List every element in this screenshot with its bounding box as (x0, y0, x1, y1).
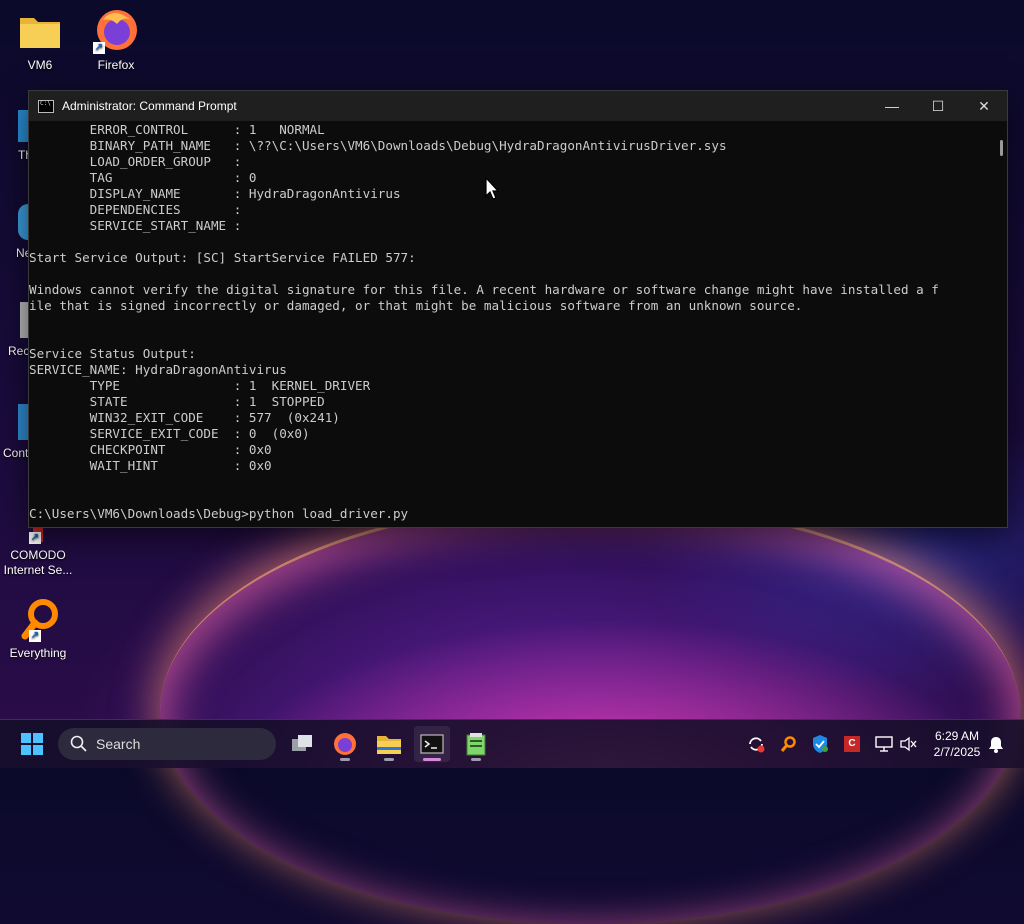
desktop-icon-label: Everything (9, 646, 67, 660)
control-panel-icon (18, 404, 28, 440)
firefox-icon (334, 733, 356, 755)
folder-icon (17, 10, 63, 54)
volume-icon[interactable] (898, 734, 918, 754)
desktop-icon-firefox[interactable]: ↗ Firefox (78, 6, 154, 73)
console-line: CHECKPOINT : 0x0 (29, 442, 272, 457)
cmd-icon (38, 99, 54, 113)
search-box[interactable]: Search (58, 728, 276, 760)
shortcut-arrow-icon: ↗ (93, 42, 105, 54)
console-line: STATE : 1 STOPPED (29, 394, 325, 409)
comodo-tray-icon[interactable]: C (842, 734, 862, 754)
minimize-button[interactable]: — (869, 91, 915, 121)
wallpaper-ring (160, 500, 1020, 924)
everything-tray-icon[interactable] (778, 734, 798, 754)
shortcut-arrow-icon: ↗ (29, 630, 41, 642)
vertical-scrollbar[interactable] (995, 122, 1007, 527)
start-button[interactable] (14, 726, 50, 762)
file-explorer-icon (377, 736, 401, 754)
console-line: DEPENDENCIES : (29, 202, 242, 217)
console-line: TAG : 0 (29, 170, 257, 185)
taskbar-notepad[interactable] (458, 726, 494, 762)
title-bar[interactable]: Administrator: Command Prompt — ☐ ✕ (29, 91, 1007, 121)
window-title: Administrator: Command Prompt (62, 99, 237, 113)
task-view-icon (292, 735, 312, 751)
running-indicator (423, 758, 441, 761)
taskbar-firefox[interactable] (327, 726, 363, 762)
console-line: TYPE : 1 KERNEL_DRIVER (29, 378, 371, 393)
search-icon (70, 735, 87, 752)
recycle-bin-icon (20, 302, 28, 338)
everything-icon: ↗ (15, 598, 61, 642)
desktop-icon-everything[interactable]: ↗ Everything (0, 598, 76, 661)
running-indicator (471, 758, 481, 761)
console-output[interactable]: ERROR_CONTROL : 1 NORMAL BINARY_PATH_NAM… (29, 122, 995, 527)
console-line: BINARY_PATH_NAME : \??\C:\Users\VM6\Down… (29, 138, 727, 153)
console-line: SERVICE_EXIT_CODE : 0 (0x0) (29, 426, 310, 441)
search-placeholder: Search (96, 736, 141, 752)
network-icon (18, 204, 28, 240)
console-line: WIN32_EXIT_CODE : 577 (0x241) (29, 410, 340, 425)
close-button[interactable]: ✕ (961, 91, 1007, 121)
taskbar-file-explorer[interactable] (371, 726, 407, 762)
command-prompt-window[interactable]: Administrator: Command Prompt — ☐ ✕ ERRO… (28, 90, 1008, 528)
console-line: Windows cannot verify the digital signat… (29, 282, 939, 297)
console-line: ERROR_CONTROL : 1 NORMAL (29, 122, 325, 137)
notification-bell-icon[interactable] (986, 734, 1006, 754)
clock-time: 6:29 AM (934, 729, 980, 743)
network-icon[interactable] (874, 734, 894, 754)
console-line: Start Service Output: [SC] StartService … (29, 250, 416, 265)
scrollbar-thumb[interactable] (1000, 140, 1003, 156)
console-line: ile that is signed incorrectly or damage… (29, 298, 803, 313)
desktop-icon-label: VM6 (27, 58, 53, 72)
desktop-icon-label: COMODO Internet Se... (3, 548, 73, 577)
taskbar: Search C 6:29 AM 2/7/2025 (0, 719, 1024, 768)
console-line: C:\Users\VM6\Downloads\Debug>python load… (29, 506, 409, 521)
taskbar-command-prompt[interactable] (414, 726, 450, 762)
desktop-icon-vm6[interactable]: VM6 (2, 10, 78, 73)
desktop-icon-label: Firefox (97, 58, 135, 72)
defender-icon[interactable] (810, 734, 830, 754)
running-indicator (384, 758, 394, 761)
maximize-button[interactable]: ☐ (915, 91, 961, 121)
console-line: SERVICE_START_NAME : (29, 218, 242, 233)
start-icon (21, 733, 43, 755)
sync-icon[interactable] (746, 734, 766, 754)
console-line: DISPLAY_NAME : HydraDragonAntivirus (29, 186, 401, 201)
console-line: Service Status Output: (29, 346, 196, 361)
running-indicator (340, 758, 350, 761)
console-line: SERVICE_NAME: HydraDragonAntivirus (29, 362, 287, 377)
notepad-icon (466, 733, 486, 756)
app-icon (18, 110, 28, 142)
console-line: WAIT_HINT : 0x0 (29, 458, 272, 473)
task-view-button[interactable] (284, 726, 320, 762)
mouse-pointer-icon (485, 177, 499, 200)
console-line: LOAD_ORDER_GROUP : (29, 154, 242, 169)
clock[interactable]: 6:29 AM 2/7/2025 (928, 728, 986, 760)
firefox-icon: ↗ (93, 6, 139, 54)
shortcut-arrow-icon: ↗ (29, 532, 41, 544)
clock-date: 2/7/2025 (933, 745, 981, 759)
terminal-icon (420, 734, 444, 754)
